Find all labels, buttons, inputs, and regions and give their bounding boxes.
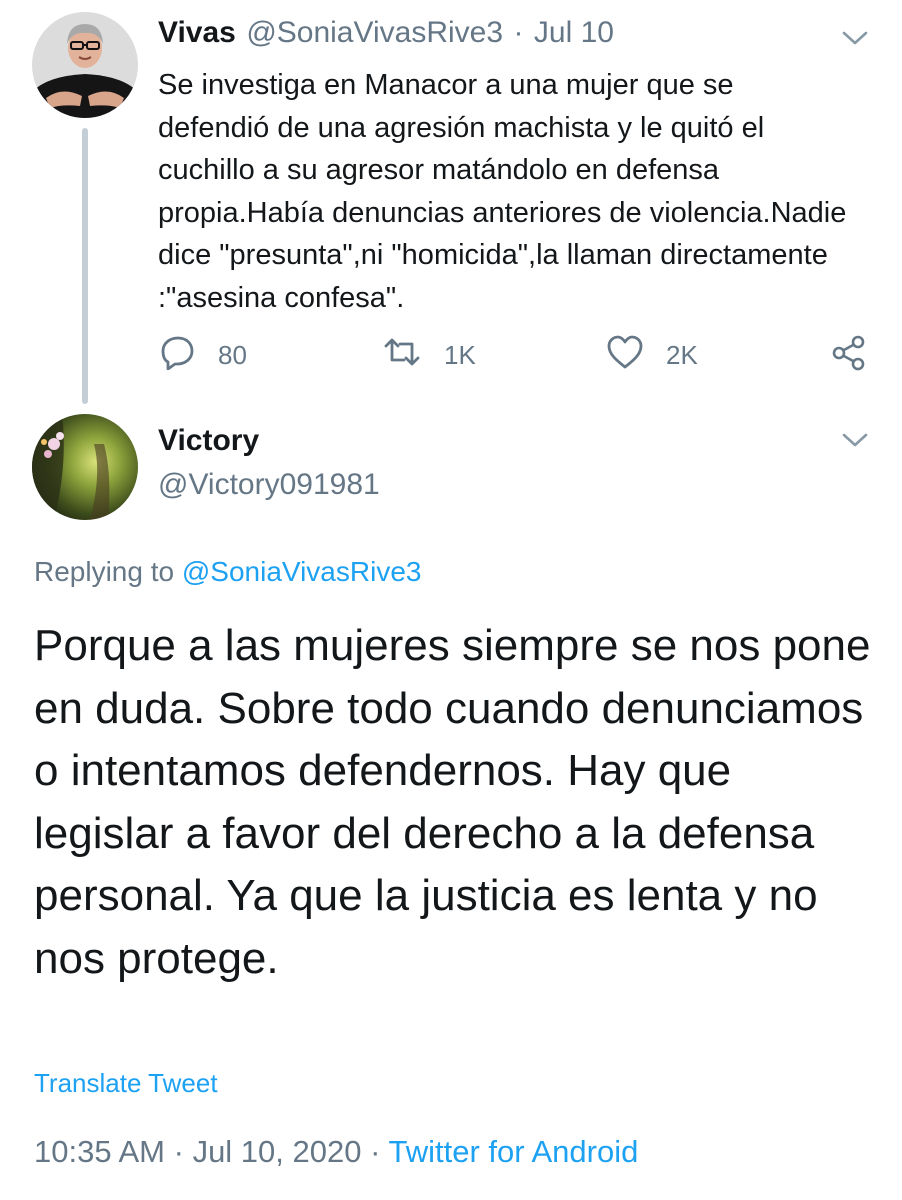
header-separator: · [513,16,524,49]
tweet-time: 10:35 AM [34,1134,165,1169]
translate-tweet-link[interactable]: Translate Tweet [34,1068,218,1099]
tweet-footer: 10:35 AM · Jul 10, 2020 · Twitter for An… [34,1134,638,1170]
victory-avatar[interactable] [32,414,138,520]
reply-icon [160,334,196,377]
tweet-date[interactable]: Jul 10 [534,16,614,49]
reply-author-handle[interactable]: @Victory091981 [158,468,380,502]
heart-icon [606,334,644,377]
thread-line [82,128,88,404]
replying-to-handle[interactable]: @SoniaVivasRive3 [182,556,422,587]
tweet-header: Vivas @SoniaVivasRive3 · Jul 10 [158,16,614,50]
replying-to-label: Replying to [34,556,175,587]
tweet-source-link[interactable]: Twitter for Android [389,1134,639,1169]
tweet-full-date: Jul 10, 2020 [192,1134,362,1169]
retweet-action[interactable]: 1K [382,334,476,377]
reply-action[interactable]: 80 [160,334,247,377]
author-name[interactable]: Vivas [158,16,236,49]
reply-author-name[interactable]: Victory [158,424,259,458]
like-count: 2K [666,340,698,370]
author-handle[interactable]: @SoniaVivasRive3 [246,16,503,49]
like-action[interactable]: 2K [606,334,698,377]
footer-separator-1: · [173,1134,184,1169]
chevron-down-icon[interactable] [840,430,870,450]
reply-count: 80 [218,340,247,370]
replying-to: Replying to @SoniaVivasRive3 [34,556,421,588]
tweet-text: Se investiga en Manacor a una mujer que … [158,69,847,314]
reply-text: Porque a las mujeres siempre se nos pone… [34,621,871,983]
retweet-count: 1K [444,340,476,370]
vivas-avatar[interactable] [32,12,138,118]
chevron-down-icon[interactable] [840,28,870,48]
retweet-icon [382,334,422,377]
share-icon[interactable] [830,335,866,376]
footer-separator-2: · [370,1134,381,1169]
